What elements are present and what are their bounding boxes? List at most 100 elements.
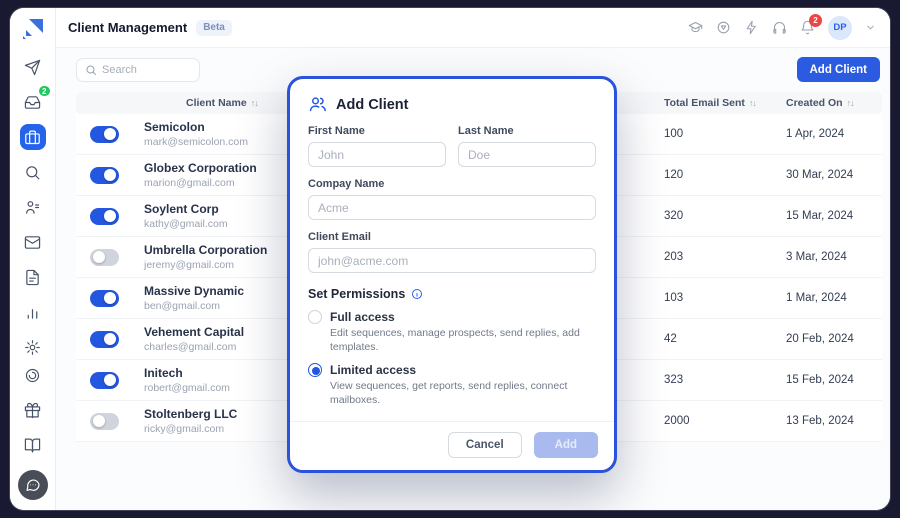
total-email-sent-value: 42: [652, 333, 774, 345]
academy-button[interactable]: [688, 20, 703, 35]
envelope-icon: [24, 234, 41, 251]
limited-access-radio[interactable]: [308, 363, 322, 377]
sort-icon[interactable]: [847, 98, 854, 108]
sidebar: 2: [10, 8, 56, 510]
sidebar-item-rewards[interactable]: [20, 397, 46, 423]
account-menu-button[interactable]: [865, 22, 876, 33]
created-on-value: 15 Feb, 2024: [774, 374, 882, 386]
sidebar-item-clients[interactable]: [20, 124, 46, 150]
inbox-badge: 2: [38, 85, 50, 97]
sort-icon[interactable]: [251, 98, 258, 108]
briefcase-icon: [24, 129, 41, 146]
headphones-icon: [772, 20, 787, 35]
limited-access-description: View sequences, get reports, send replie…: [330, 380, 596, 407]
bar-chart-icon: [24, 304, 41, 321]
sidebar-item-search[interactable]: [20, 159, 46, 185]
updates-dial-icon: [24, 367, 41, 384]
notifications-button[interactable]: 2: [800, 20, 815, 35]
client-enabled-toggle[interactable]: [90, 249, 119, 266]
sidebar-item-analytics[interactable]: [20, 299, 46, 325]
company-name-label: Compay Name: [308, 178, 596, 190]
book-icon: [24, 437, 41, 454]
full-access-label: Full access: [330, 310, 395, 324]
modal-footer: Cancel Add: [290, 421, 614, 470]
sidebar-item-email[interactable]: [20, 229, 46, 255]
client-enabled-toggle[interactable]: [90, 290, 119, 307]
chevron-down-icon: [865, 22, 876, 33]
client-enabled-toggle[interactable]: [90, 126, 119, 143]
limited-access-label: Limited access: [330, 363, 416, 377]
total-email-sent-value: 203: [652, 251, 774, 263]
client-enabled-toggle[interactable]: [90, 372, 119, 389]
avatar[interactable]: DP: [828, 16, 852, 40]
company-name-field[interactable]: [308, 195, 596, 220]
add-client-modal: Add Client First Name Last Name Compay N…: [287, 76, 617, 473]
support-button[interactable]: [772, 20, 787, 35]
gift-icon: [24, 402, 41, 419]
search-box[interactable]: [76, 58, 200, 82]
first-name-field[interactable]: [308, 142, 446, 167]
sort-icon[interactable]: [749, 98, 756, 108]
client-enabled-toggle[interactable]: [90, 208, 119, 225]
send-icon: [24, 59, 41, 76]
last-name-label: Last Name: [458, 125, 596, 137]
last-name-field[interactable]: [458, 142, 596, 167]
page-title: Client Management: [68, 20, 187, 35]
total-email-sent-value: 320: [652, 210, 774, 222]
search-icon: [85, 64, 97, 76]
created-on-value: 3 Mar, 2024: [774, 251, 882, 263]
total-email-sent-value: 103: [652, 292, 774, 304]
sidebar-item-inbox[interactable]: 2: [20, 89, 46, 115]
chat-widget-button[interactable]: [18, 470, 48, 500]
app-window: 2: [10, 8, 890, 510]
sidebar-item-updates[interactable]: [20, 362, 46, 388]
column-header-total-email-sent[interactable]: Total Email Sent: [652, 97, 774, 109]
client-email-label: Client Email: [308, 231, 596, 243]
search-icon: [24, 164, 41, 181]
limited-access-option[interactable]: Limited access View sequences, get repor…: [308, 363, 596, 407]
full-access-description: Edit sequences, manage prospects, send r…: [330, 327, 596, 354]
created-on-value: 20 Feb, 2024: [774, 333, 882, 345]
modal-title: Add Client: [336, 97, 409, 113]
circle-badge-icon: [716, 20, 731, 35]
full-access-option[interactable]: Full access Edit sequences, manage prosp…: [308, 310, 596, 354]
notification-badge: 2: [809, 14, 822, 27]
total-email-sent-value: 100: [652, 128, 774, 140]
total-email-sent-value: 2000: [652, 415, 774, 427]
created-on-value: 15 Mar, 2024: [774, 210, 882, 222]
sidebar-item-settings[interactable]: [20, 334, 46, 360]
column-header-created-on[interactable]: Created On: [774, 97, 882, 109]
modal-header: Add Client: [308, 95, 596, 114]
add-client-button[interactable]: Add Client: [797, 57, 881, 82]
sidebar-item-prospects[interactable]: [20, 194, 46, 220]
full-access-radio[interactable]: [308, 310, 322, 324]
client-email-field[interactable]: [308, 248, 596, 273]
info-icon[interactable]: [411, 288, 423, 300]
beta-badge: Beta: [196, 20, 232, 36]
people-list-icon: [24, 199, 41, 216]
sidebar-item-resources[interactable]: [20, 432, 46, 458]
total-email-sent-value: 323: [652, 374, 774, 386]
add-button[interactable]: Add: [534, 432, 598, 458]
sidebar-item-templates[interactable]: [20, 264, 46, 290]
graduation-cap-icon: [688, 20, 703, 35]
chat-bubble-icon: [25, 477, 41, 493]
total-email-sent-value: 120: [652, 169, 774, 181]
client-enabled-toggle[interactable]: [90, 413, 119, 430]
document-icon: [24, 269, 41, 286]
set-permissions-title: Set Permissions: [308, 287, 405, 301]
cancel-button[interactable]: Cancel: [448, 432, 522, 458]
rewards-button[interactable]: [716, 20, 731, 35]
client-enabled-toggle[interactable]: [90, 331, 119, 348]
client-enabled-toggle[interactable]: [90, 167, 119, 184]
created-on-value: 13 Feb, 2024: [774, 415, 882, 427]
upgrade-button[interactable]: [744, 20, 759, 35]
created-on-value: 1 Mar, 2024: [774, 292, 882, 304]
gear-icon: [24, 339, 41, 356]
topbar: Client Management Beta 2 DP: [56, 8, 890, 48]
sidebar-item-campaigns[interactable]: [20, 54, 46, 80]
lightning-icon: [744, 20, 759, 35]
smartlead-logo-icon: [21, 17, 45, 41]
search-input[interactable]: [102, 64, 191, 76]
first-name-label: First Name: [308, 125, 446, 137]
